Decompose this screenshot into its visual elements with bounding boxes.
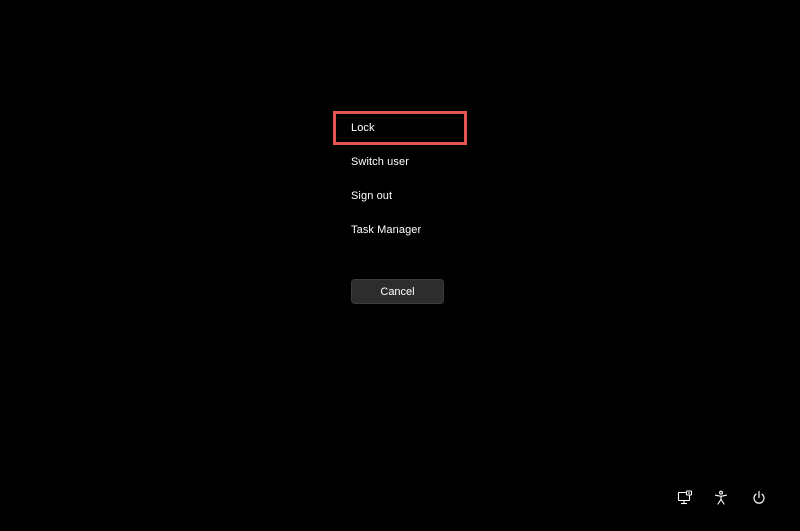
- accessibility-glyph: [714, 490, 728, 505]
- switch-user-option[interactable]: Switch user: [333, 145, 467, 179]
- lock-option[interactable]: Lock: [333, 111, 467, 145]
- network-icon[interactable]: [675, 488, 695, 508]
- sign-out-option[interactable]: Sign out: [333, 179, 467, 213]
- ctrl-alt-del-screen: Lock Switch user Sign out Task Manager C…: [0, 0, 800, 531]
- power-glyph: [753, 490, 765, 504]
- cancel-button[interactable]: Cancel: [351, 279, 444, 304]
- accessibility-icon[interactable]: [711, 488, 731, 508]
- cancel-button-label: Cancel: [380, 285, 415, 298]
- switch-user-option-label: Switch user: [351, 156, 409, 168]
- sign-out-option-label: Sign out: [351, 190, 393, 202]
- lock-option-label: Lock: [351, 122, 375, 134]
- security-options-menu: Lock Switch user Sign out Task Manager: [333, 111, 467, 247]
- power-icon[interactable]: [749, 488, 769, 508]
- task-manager-option-label: Task Manager: [351, 224, 422, 236]
- task-manager-option[interactable]: Task Manager: [333, 213, 467, 247]
- network-glyph: [677, 490, 693, 505]
